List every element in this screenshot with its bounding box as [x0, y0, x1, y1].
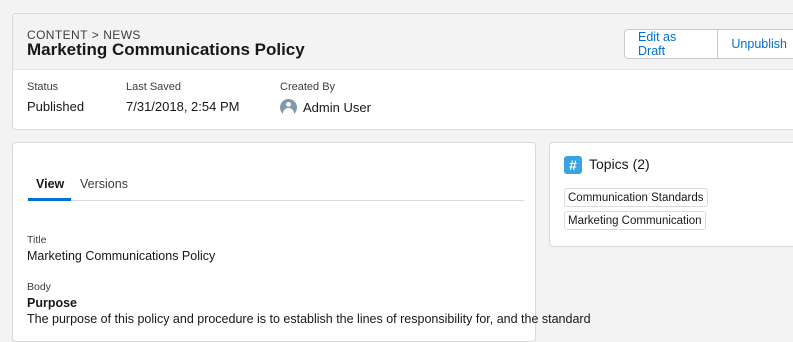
created-by-value: Admin User	[280, 99, 371, 116]
edit-as-draft-button[interactable]: Edit as Draft	[624, 29, 719, 59]
tab-versions-label: Versions	[80, 177, 128, 191]
body-heading: Purpose	[27, 296, 78, 310]
topics-panel: # Topics (2) Communication Standards Mar…	[549, 142, 793, 247]
status-field: Status Published	[27, 81, 84, 114]
unpublish-button[interactable]: Unpublish	[718, 29, 793, 59]
active-tab-indicator	[28, 198, 71, 201]
tab-versions[interactable]: Versions	[80, 177, 128, 191]
topic-pill[interactable]: Communication Standards	[564, 188, 708, 207]
title-label: Title	[27, 234, 47, 246]
tab-view-label: View	[36, 177, 65, 191]
detail-panel: View Versions Title Marketing Communicat…	[12, 142, 591, 342]
user-avatar-icon	[280, 99, 297, 116]
created-by-label: Created By	[280, 81, 336, 93]
last-saved-value: 7/31/2018, 2:54 PM	[126, 99, 240, 114]
page-title: Marketing Communications Policy	[27, 40, 305, 59]
tab-view[interactable]: View	[36, 177, 64, 191]
tab-bar: View Versions	[27, 173, 524, 201]
header-button-group: Edit as Draft Unpublish	[624, 29, 793, 59]
record-header: CONTENT > NEWS Marketing Communications Po…	[12, 13, 793, 130]
body-text: The purpose of this policy and procedure…	[27, 312, 591, 326]
status-label: Status	[27, 81, 59, 93]
hashtag-icon: #	[564, 156, 582, 174]
created-by-user-link[interactable]: Admin User	[303, 100, 371, 115]
last-saved-field: Last Saved 7/31/2018, 2:54 PM	[126, 81, 239, 114]
body-label: Body	[27, 281, 51, 293]
created-by-field: Created By Admin User	[280, 81, 371, 116]
last-saved-label: Last Saved	[126, 81, 182, 93]
record-header-top: CONTENT > NEWS Marketing Communications Po…	[13, 14, 793, 70]
title-value: Marketing Communications Policy	[27, 249, 216, 263]
topic-pill[interactable]: Marketing Communication	[564, 211, 706, 230]
topics-title: Topics (2)	[589, 156, 650, 172]
status-value: Published	[27, 99, 85, 114]
